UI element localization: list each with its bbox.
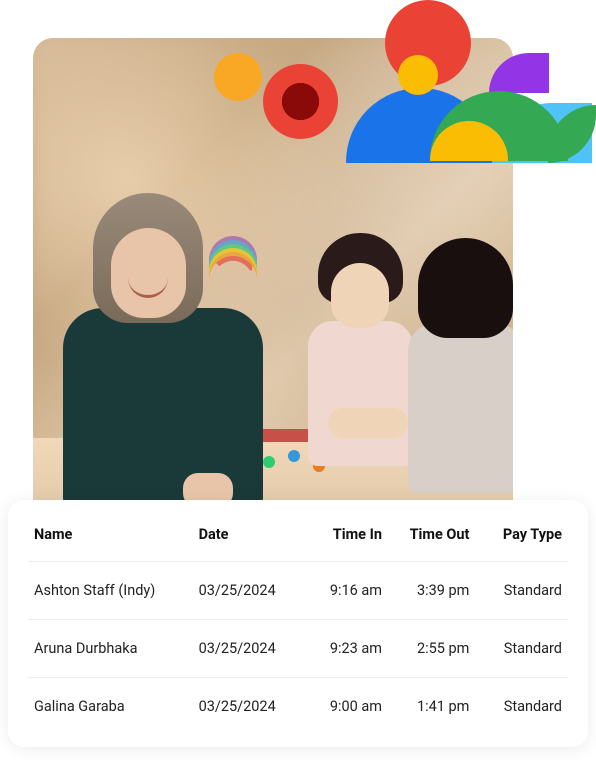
cell-pay-type: Standard [475, 620, 568, 678]
cell-date: 03/25/2024 [193, 562, 306, 620]
cell-pay-type: Standard [475, 678, 568, 736]
column-header-name: Name [28, 518, 193, 562]
timesheet-table: Name Date Time In Time Out Pay Type Asht… [28, 518, 568, 735]
hero-photo [33, 38, 513, 518]
cell-time-out: 3:39 pm [388, 562, 475, 620]
table-header-row: Name Date Time In Time Out Pay Type [28, 518, 568, 562]
cell-time-out: 2:55 pm [388, 620, 475, 678]
adult-figure [53, 193, 273, 513]
decorative-shape-icon [548, 105, 596, 163]
photo-scene [33, 38, 513, 518]
child-figure-2 [403, 238, 513, 498]
table-row: Aruna Durbhaka 03/25/2024 9:23 am 2:55 p… [28, 620, 568, 678]
table-row: Galina Garaba 03/25/2024 9:00 am 1:41 pm… [28, 678, 568, 736]
column-header-date: Date [193, 518, 306, 562]
column-header-time-out: Time Out [388, 518, 475, 562]
column-header-time-in: Time In [306, 518, 388, 562]
table-row: Ashton Staff (Indy) 03/25/2024 9:16 am 3… [28, 562, 568, 620]
cell-time-in: 9:23 am [306, 620, 388, 678]
page-container: Name Date Time In Time Out Pay Type Asht… [0, 0, 596, 780]
cell-name: Galina Garaba [28, 678, 193, 736]
cell-pay-type: Standard [475, 562, 568, 620]
cell-time-out: 1:41 pm [388, 678, 475, 736]
cell-name: Ashton Staff (Indy) [28, 562, 193, 620]
cell-time-in: 9:00 am [306, 678, 388, 736]
cell-time-in: 9:16 am [306, 562, 388, 620]
cell-date: 03/25/2024 [193, 678, 306, 736]
timesheet-table-card: Name Date Time In Time Out Pay Type Asht… [8, 500, 588, 747]
cell-date: 03/25/2024 [193, 620, 306, 678]
cell-name: Aruna Durbhaka [28, 620, 193, 678]
column-header-pay-type: Pay Type [475, 518, 568, 562]
